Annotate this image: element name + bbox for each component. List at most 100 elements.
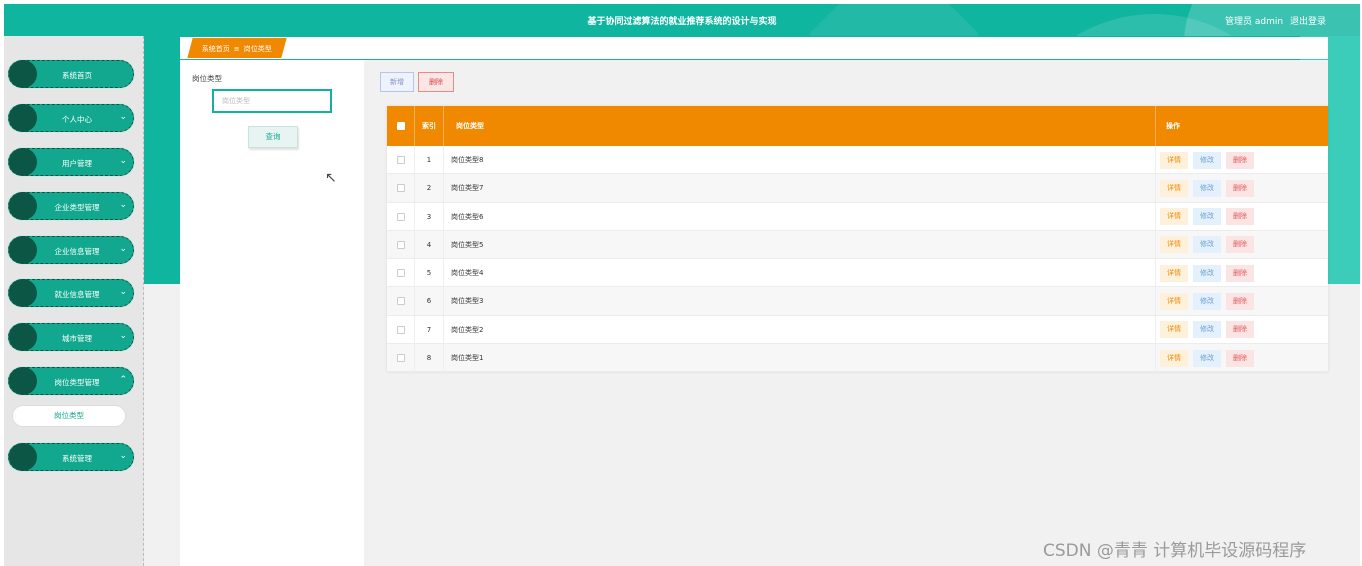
delete-button[interactable]: 删除 [1226,208,1254,226]
sidebar-item-label: 用户管理 [62,159,92,168]
row-checkbox[interactable] [396,184,405,193]
menu-dot-icon [9,148,37,176]
menu-dot-icon [9,104,37,132]
detail-button[interactable]: 详情 [1160,264,1188,282]
delete-button[interactable]: 删除 [1226,236,1254,254]
delete-button[interactable]: 删除 [1226,151,1254,169]
chevron-down-icon: ⌄ [119,244,127,254]
table-row: 7 岗位类型2 详情 修改 删除 [387,315,1328,345]
detail-button[interactable]: 详情 [1160,292,1188,310]
row-checkbox[interactable] [396,212,405,221]
chevron-down-icon: ⌄ [119,112,127,122]
row-actions: 详情 修改 删除 [1156,259,1328,287]
detail-button[interactable]: 详情 [1160,208,1188,226]
edit-button[interactable]: 修改 [1193,208,1221,226]
delete-button[interactable]: 删除 [1226,264,1254,282]
sidebar-subitem-job-type[interactable]: 岗位类型 [12,405,126,427]
sidebar-item-label: 企业信息管理 [54,247,100,256]
chevron-down-icon: ⌄ [119,331,127,341]
sidebar-item-job-type[interactable]: 岗位类型管理 ⌃ [8,367,134,395]
row-checkbox[interactable] [396,269,405,278]
sidebar-item-system[interactable]: 系统管理 ⌄ [8,443,134,471]
search-panel: 岗位类型 查询 [180,60,364,566]
edit-button[interactable]: 修改 [1193,292,1221,310]
mouse-cursor-icon: ↖ [325,170,337,186]
sidebar-item-city[interactable]: 城市管理 ⌄ [8,323,134,351]
select-all-cell [387,106,415,146]
row-actions: 详情 修改 删除 [1156,231,1328,259]
delete-button[interactable]: 删除 [1226,179,1254,197]
row-type: 岗位类型3 [444,287,1156,316]
row-checkbox[interactable] [396,156,405,164]
row-checkbox[interactable] [396,354,405,363]
sidebar-item-label: 就业信息管理 [54,290,100,299]
sidebar-item-user-management[interactable]: 用户管理 ⌄ [8,148,134,176]
select-all-checkbox[interactable] [396,122,405,130]
row-actions: 详情 修改 删除 [1156,174,1328,202]
menu-dot-icon [9,443,37,471]
search-button[interactable]: 查询 [248,126,298,148]
watermark: CSDN @青青 计算机毕设源码程序 [1043,541,1307,561]
breadcrumb: 系统首页 ≡ 岗位类型 [187,38,287,58]
sidebar-item-label: 城市管理 [62,334,92,343]
delete-button[interactable]: 删除 [1226,349,1254,367]
row-actions: 详情 修改 删除 [1156,146,1328,174]
detail-button[interactable]: 详情 [1160,321,1188,339]
row-index: 3 [415,202,444,231]
search-input[interactable] [212,89,332,113]
row-index: 1 [415,146,444,174]
row-checkbox-cell [387,146,415,174]
menu-dot-icon [9,60,37,88]
sidebar-item-label: 系统管理 [62,454,92,463]
edit-button[interactable]: 修改 [1193,179,1221,197]
chevron-down-icon: ⌄ [119,451,127,461]
detail-button[interactable]: 详情 [1160,151,1188,169]
breadcrumb-home[interactable]: 系统首页 [202,44,230,54]
breadcrumb-separator: ≡ [233,45,240,53]
detail-button[interactable]: 详情 [1160,349,1188,367]
detail-button[interactable]: 详情 [1160,179,1188,197]
row-type: 岗位类型5 [444,230,1156,259]
sidebar-item-personal-center[interactable]: 个人中心 ⌄ [8,104,134,132]
search-label: 岗位类型 [192,74,222,83]
sidebar-item-home[interactable]: 系统首页 [8,60,134,88]
row-index: 6 [415,287,444,316]
row-checkbox[interactable] [396,297,405,306]
table-row: 3 岗位类型6 详情 修改 删除 [387,202,1328,231]
sidebar-item-label: 岗位类型管理 [54,378,100,387]
row-index: 4 [415,230,444,259]
logout-link[interactable]: 退出登录 [1290,17,1326,27]
table-row: 1 岗位类型8 详情 修改 删除 [387,146,1328,175]
row-checkbox[interactable] [396,240,405,249]
edit-button[interactable]: 修改 [1193,349,1221,367]
edit-button[interactable]: 修改 [1193,264,1221,282]
delete-button[interactable]: 删除 [1226,321,1254,339]
batch-delete-button[interactable]: 删除 [418,72,454,92]
table-row: 2 岗位类型7 详情 修改 删除 [387,174,1328,203]
user-role: 管理员 admin [1225,17,1284,27]
add-button[interactable]: 新增 [380,72,414,92]
sidebar-item-company-info[interactable]: 企业信息管理 ⌄ [8,236,134,264]
detail-button[interactable]: 详情 [1160,236,1188,254]
row-type: 岗位类型1 [444,344,1156,373]
edit-button[interactable]: 修改 [1193,151,1221,169]
edit-button[interactable]: 修改 [1193,321,1221,339]
sidebar-item-employment-info[interactable]: 就业信息管理 ⌄ [8,279,134,307]
chevron-down-icon: ⌄ [119,287,127,297]
column-header-ops: 操作 [1166,122,1180,130]
row-index: 8 [415,344,444,373]
row-actions: 详情 修改 删除 [1156,203,1328,231]
row-type: 岗位类型7 [444,174,1156,203]
sidebar-item-label: 企业类型管理 [54,203,100,212]
breadcrumb-current: 岗位类型 [243,45,272,53]
delete-button[interactable]: 删除 [1226,292,1254,310]
sidebar-item-label: 系统首页 [62,71,92,80]
row-checkbox-cell [387,259,415,288]
row-checkbox[interactable] [396,325,405,334]
row-index: 5 [415,259,444,288]
edit-button[interactable]: 修改 [1193,236,1221,254]
user-area: 管理员 admin 退出登录 [1221,14,1326,27]
row-type: 岗位类型2 [444,315,1156,344]
sidebar-item-company-type[interactable]: 企业类型管理 ⌄ [8,192,134,220]
row-actions: 详情 修改 删除 [1156,316,1328,344]
